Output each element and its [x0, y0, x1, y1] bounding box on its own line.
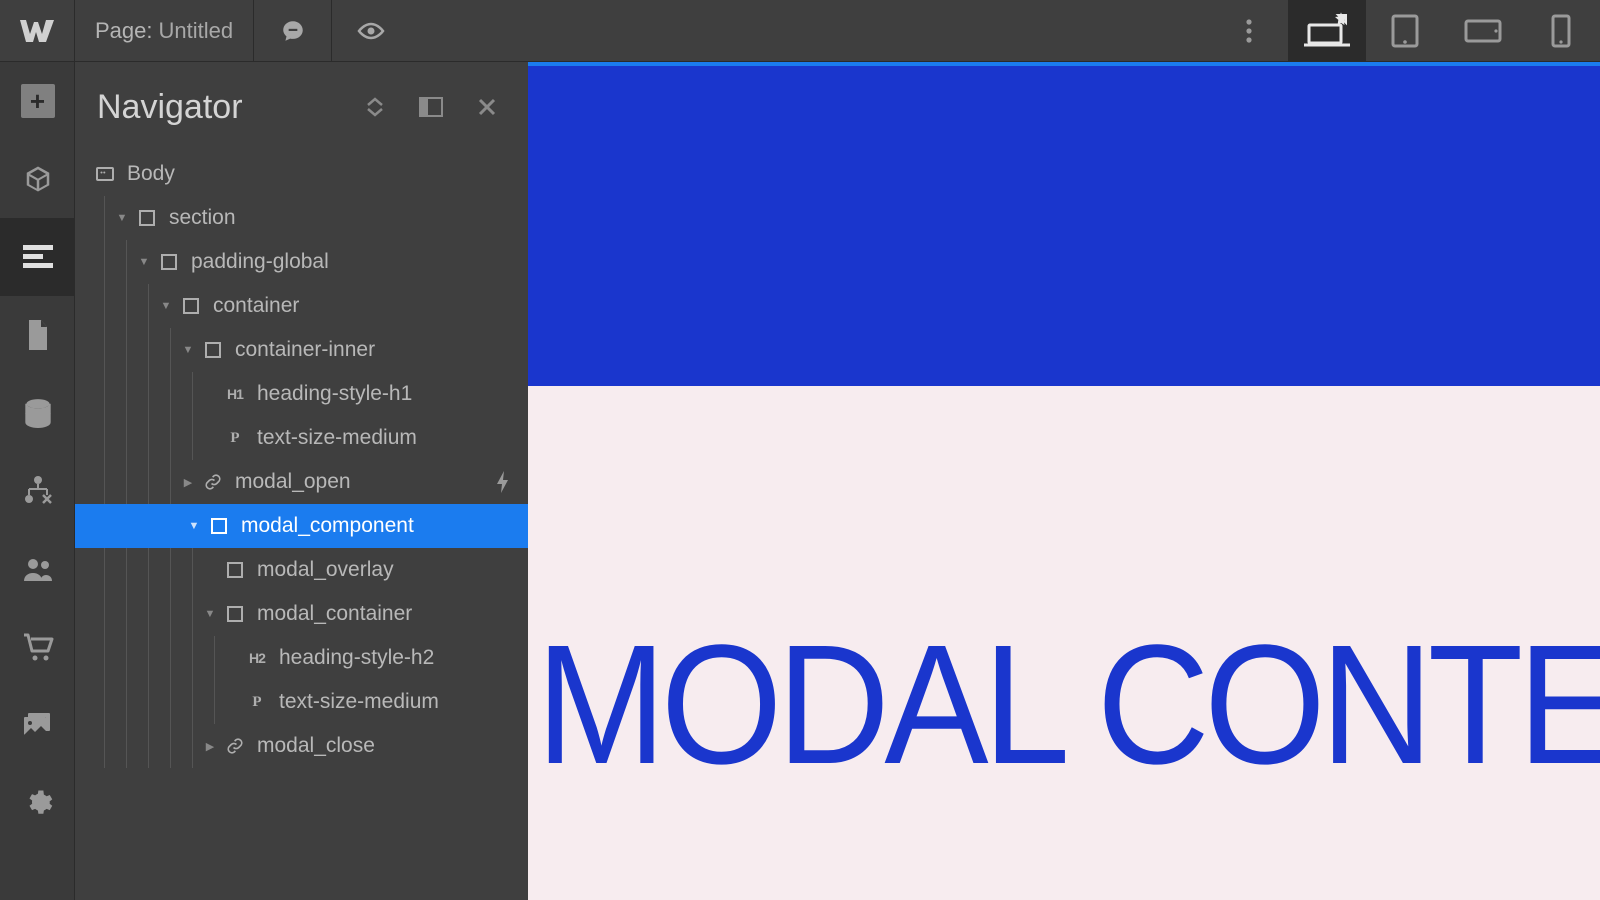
tree-item-heading-h2[interactable]: H2 heading-style-h2	[75, 636, 528, 680]
expand-toggle-icon[interactable]: ▶	[181, 476, 195, 489]
tree-item-heading-h1[interactable]: H1 heading-style-h1	[75, 372, 528, 416]
tree-label: heading-style-h2	[279, 646, 434, 670]
tree-item-padding-global[interactable]: ▼ padding-global	[75, 240, 528, 284]
page-selector[interactable]: Page: Untitled	[75, 0, 254, 62]
expand-toggle-icon[interactable]: ▶	[203, 740, 217, 753]
page-label: Page:	[95, 18, 153, 44]
tree-label: heading-style-h1	[257, 382, 412, 406]
tree-item-text-medium-2[interactable]: P text-size-medium	[75, 680, 528, 724]
collapse-all-button[interactable]	[356, 88, 394, 126]
more-options-button[interactable]	[1210, 0, 1288, 62]
canvas-section-background	[528, 66, 1600, 386]
cms-button[interactable]	[0, 374, 75, 452]
expand-toggle-icon[interactable]: ▼	[203, 608, 217, 620]
tree-label: modal_close	[257, 734, 375, 758]
tree-item-modal-open[interactable]: ▶ modal_open	[75, 460, 528, 504]
tree-item-container-inner[interactable]: ▼ container-inner	[75, 328, 528, 372]
top-bar: Page: Untitled	[0, 0, 1600, 62]
navigator-title: Navigator	[97, 88, 338, 127]
paragraph-icon: P	[223, 430, 247, 447]
design-canvas[interactable]: MODAL CONTENT	[528, 62, 1600, 900]
div-block-icon	[179, 298, 203, 314]
heading-h1-icon: H1	[223, 386, 247, 402]
panel-dock-button[interactable]	[412, 88, 450, 126]
logo[interactable]	[0, 0, 75, 62]
expand-toggle-icon[interactable]: ▼	[159, 300, 173, 312]
breakpoint-phone-button[interactable]	[1522, 0, 1600, 62]
tree-item-modal-component[interactable]: ▼ modal_component	[75, 504, 528, 548]
tree-item-body[interactable]: Body	[75, 152, 528, 196]
tree-label: modal_overlay	[257, 558, 394, 582]
tree-label: container	[213, 294, 299, 318]
expand-toggle-icon[interactable]: ▼	[181, 344, 195, 356]
tree-item-text-medium-1[interactable]: P text-size-medium	[75, 416, 528, 460]
close-panel-button[interactable]	[468, 88, 506, 126]
body-icon	[93, 167, 117, 181]
link-icon	[201, 473, 225, 491]
comments-button[interactable]	[254, 0, 332, 62]
tree-item-modal-overlay[interactable]: modal_overlay	[75, 548, 528, 592]
breakpoint-tablet-button[interactable]	[1366, 0, 1444, 62]
tree-label: Body	[127, 162, 175, 186]
tree-label: padding-global	[191, 250, 329, 274]
paragraph-icon: P	[245, 694, 269, 711]
link-icon	[223, 737, 247, 755]
div-block-icon	[135, 210, 159, 226]
tree-label: modal_component	[241, 514, 414, 538]
expand-toggle-icon[interactable]: ▼	[137, 256, 151, 268]
div-block-icon	[207, 518, 231, 534]
breakpoint-landscape-phone-button[interactable]	[1444, 0, 1522, 62]
heading-h2-icon: H2	[245, 650, 269, 666]
div-block-icon	[223, 562, 247, 578]
settings-button[interactable]	[0, 764, 75, 842]
expand-toggle-icon[interactable]: ▼	[115, 212, 129, 224]
navigator-header: Navigator	[75, 62, 528, 152]
breakpoint-desktop-button[interactable]	[1288, 0, 1366, 62]
tree-label: modal_container	[257, 602, 412, 626]
components-button[interactable]	[0, 140, 75, 218]
navigator-rail-button[interactable]	[0, 218, 75, 296]
tree-item-section[interactable]: ▼ section	[75, 196, 528, 240]
page-name: Untitled	[159, 18, 234, 44]
left-tool-rail: +	[0, 62, 75, 900]
preview-button[interactable]	[332, 0, 410, 62]
tree-label: text-size-medium	[257, 426, 417, 450]
div-block-icon	[201, 342, 225, 358]
navigator-tree: Body ▼ section ▼ padding-global ▼ contai…	[75, 152, 528, 900]
canvas-heading-text[interactable]: MODAL CONTENT	[536, 620, 1600, 790]
navigator-panel: Navigator Body ▼ section	[75, 62, 528, 900]
tree-label: text-size-medium	[279, 690, 439, 714]
ecommerce-button[interactable]	[0, 608, 75, 686]
expand-toggle-icon[interactable]: ▼	[187, 520, 201, 532]
pages-button[interactable]	[0, 296, 75, 374]
assets-button[interactable]	[0, 686, 75, 764]
tree-label: section	[169, 206, 236, 230]
add-element-button[interactable]: +	[0, 62, 75, 140]
tree-item-modal-close[interactable]: ▶ modal_close	[75, 724, 528, 768]
tree-item-container[interactable]: ▼ container	[75, 284, 528, 328]
tree-label: modal_open	[235, 470, 351, 494]
users-button[interactable]	[0, 530, 75, 608]
div-block-icon	[223, 606, 247, 622]
logic-button[interactable]	[0, 452, 75, 530]
tree-label: container-inner	[235, 338, 375, 362]
div-block-icon	[157, 254, 181, 270]
tree-item-modal-container[interactable]: ▼ modal_container	[75, 592, 528, 636]
interaction-icon	[496, 471, 510, 493]
